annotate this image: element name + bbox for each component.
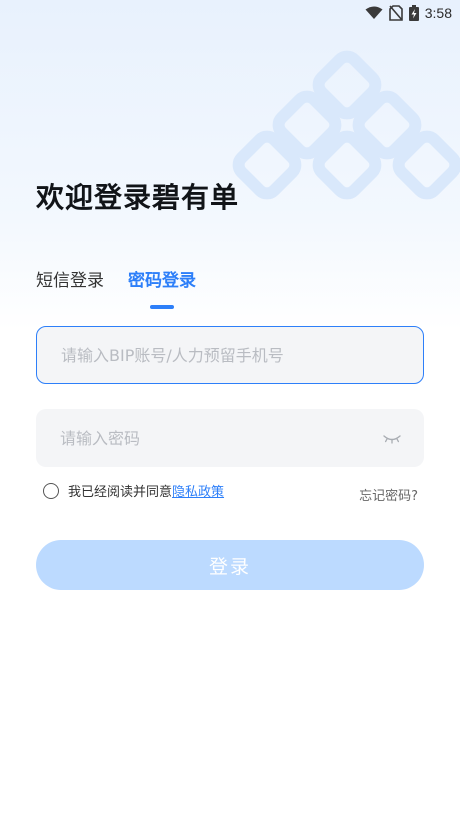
password-field-container bbox=[36, 409, 424, 467]
agreement-radio[interactable] bbox=[43, 482, 59, 499]
forgot-password-link[interactable]: 忘记密码? bbox=[359, 485, 418, 504]
eye-closed-icon[interactable] bbox=[382, 430, 402, 446]
tab-label: 短信登录 bbox=[36, 271, 104, 291]
tab-sms-login[interactable]: 短信登录 bbox=[36, 266, 104, 303]
background-pattern bbox=[232, 50, 460, 200]
privacy-policy-link[interactable]: 隐私政策 bbox=[172, 481, 224, 500]
status-time: 3:58 bbox=[424, 5, 452, 21]
wifi-icon bbox=[365, 6, 383, 19]
agreement-text: 我已经阅读并同意 bbox=[68, 485, 173, 500]
active-tab-indicator bbox=[150, 305, 174, 309]
no-sim-icon bbox=[388, 5, 403, 21]
page-title: 欢迎登录碧有单 bbox=[36, 181, 240, 214]
login-tabs: 短信登录 密码登录 bbox=[36, 266, 196, 309]
tab-password-login[interactable]: 密码登录 bbox=[128, 266, 196, 309]
account-input[interactable] bbox=[37, 327, 423, 383]
status-bar: 3:58 bbox=[365, 0, 460, 26]
battery-charging-icon bbox=[408, 5, 419, 21]
tab-label: 密码登录 bbox=[128, 271, 196, 291]
login-button[interactable]: 登录 bbox=[36, 540, 424, 590]
password-input[interactable] bbox=[36, 409, 424, 467]
agreement-row: 我已经阅读并同意 隐私政策 bbox=[43, 481, 224, 500]
account-field-container bbox=[36, 326, 424, 384]
